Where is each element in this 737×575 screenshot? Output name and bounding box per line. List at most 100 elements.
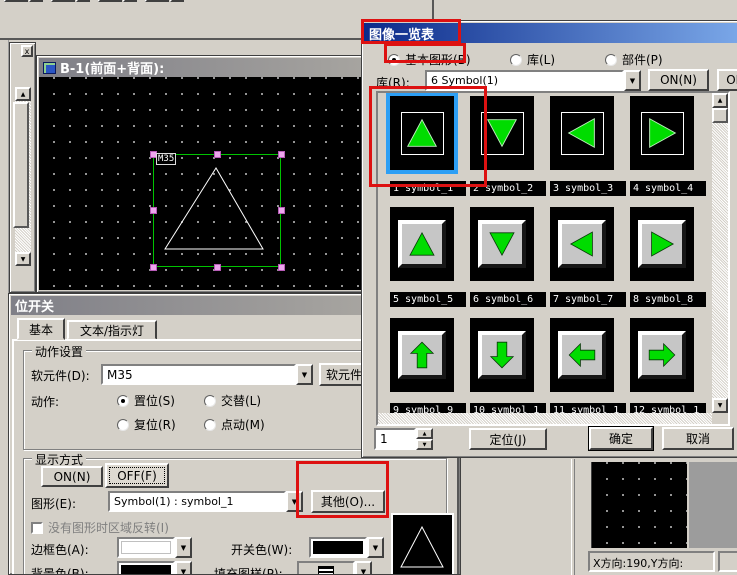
symbol-item-11[interactable]: 11 symbol_1 [550, 318, 630, 418]
on-button[interactable]: ON(N) [41, 466, 103, 487]
other-button[interactable]: 其他(O)... [311, 490, 385, 513]
symbol-thumbnail[interactable] [390, 207, 454, 281]
ok-button[interactable]: 确定 [589, 427, 653, 450]
off-button[interactable]: OFF(F) [105, 463, 169, 488]
toolbox-scroll-thumb[interactable] [13, 102, 29, 228]
radio-library-circle[interactable] [510, 54, 522, 66]
selection-handle[interactable] [278, 207, 285, 214]
radio-set-circle[interactable] [117, 395, 129, 407]
locate-button[interactable]: 定位(J) [469, 428, 547, 450]
radio-alternate[interactable]: 交替(L) [204, 392, 261, 409]
grid-scroll-thumb[interactable] [712, 108, 728, 123]
invert-checkbox[interactable] [31, 522, 43, 534]
symbol-item-6[interactable]: 6 symbol_6 [470, 207, 550, 307]
selection-handle[interactable] [214, 264, 221, 271]
library-dropdown-arrow[interactable]: ▼ [624, 70, 641, 91]
shape-combobox[interactable]: Symbol(1) : symbol_1 ▼ [108, 491, 303, 512]
text-color-tool-button[interactable]: A [51, 0, 75, 2]
grid-hscrollbar[interactable] [378, 413, 712, 424]
symbol-item-5[interactable]: 5 symbol_5 [390, 207, 470, 307]
line-color-tool-button[interactable] [145, 0, 169, 2]
selection-handle[interactable] [214, 151, 221, 158]
radio-library[interactable]: 库(L) [510, 51, 555, 68]
symbol-thumbnail[interactable] [390, 96, 454, 170]
radio-parts[interactable]: 部件(P) [605, 51, 663, 68]
symbol-thumbnail[interactable] [550, 96, 614, 170]
symbol-item-12[interactable]: 12 symbol_1 [630, 318, 710, 418]
grid-scroll-up-button[interactable]: ▲ [712, 93, 728, 108]
symbol-item-3[interactable]: 3 symbol_3 [550, 96, 630, 196]
frame-color-arrow[interactable]: ▼ [175, 537, 192, 558]
canvas-window-icon [43, 62, 56, 74]
symbol-item-8[interactable]: 8 symbol_8 [630, 207, 710, 307]
selection-handle[interactable] [278, 264, 285, 271]
tab-text-lamp-label: 文本/指示灯 [80, 322, 144, 339]
bg-color-arrow[interactable]: ▼ [175, 561, 192, 575]
selection-handle[interactable] [278, 151, 285, 158]
library-combobox[interactable]: 6 Symbol(1) ▼ [425, 70, 641, 91]
symbol-item-10[interactable]: 10 symbol_1 [470, 318, 550, 418]
canvas-fragment [591, 462, 687, 548]
radio-reset-circle[interactable] [117, 419, 129, 431]
image-list-titlebar[interactable]: 图像一览表 [364, 23, 737, 43]
symbol-thumbnail[interactable] [630, 318, 694, 392]
switch-color-arrow[interactable]: ▼ [367, 537, 384, 558]
toolbox-scroll-down-button[interactable]: ▼ [15, 252, 31, 266]
symbol-thumbnail[interactable] [390, 318, 454, 392]
tab-text-lamp[interactable]: 文本/指示灯 [67, 320, 157, 340]
radio-alternate-circle[interactable] [204, 395, 216, 407]
frame-color-combobox[interactable]: ▼ [117, 537, 192, 558]
index-spin-down[interactable]: ▼ [416, 439, 433, 450]
symbol-item-4[interactable]: 4 symbol_4 [630, 96, 710, 196]
zoom-color-tool-button[interactable]: 2 [4, 0, 28, 2]
shape-dropdown-arrow[interactable]: ▼ [286, 491, 303, 512]
index-spinner[interactable]: 1 ▲ ▼ [374, 428, 433, 450]
list-off-button[interactable]: OFF(F) [717, 69, 737, 91]
tab-basic[interactable]: 基本 [17, 318, 65, 340]
zoom-color-tool-dropdown-arrow[interactable]: ▼ [29, 0, 43, 2]
radio-momentary-circle[interactable] [204, 419, 216, 431]
selection-handle[interactable] [150, 264, 157, 271]
symbol-thumbnail[interactable] [550, 318, 614, 392]
fill-color-tool-button[interactable] [98, 0, 122, 2]
toolbox-scrollbar[interactable] [15, 101, 31, 252]
line-color-tool-dropdown-arrow[interactable]: ▼ [170, 0, 184, 2]
index-spin-up[interactable]: ▲ [416, 428, 433, 439]
toolbox-scroll-up-button[interactable]: ▲ [15, 87, 31, 101]
grid-scroll-down-button[interactable]: ▼ [712, 398, 728, 413]
radio-parts-circle[interactable] [605, 54, 617, 66]
symbol-thumbnail[interactable] [470, 318, 534, 392]
grid-scrollbar[interactable] [712, 108, 728, 398]
symbol-item-2[interactable]: 2 symbol_2 [470, 96, 550, 196]
radio-set[interactable]: 置位(S) [117, 392, 175, 409]
fill-color-tool-dropdown-arrow[interactable]: ▼ [123, 0, 137, 2]
symbol-item-label: 6 symbol_6 [470, 292, 546, 307]
symbol-thumbnail[interactable] [470, 207, 534, 281]
radio-reset-label: 复位(R) [134, 416, 176, 433]
radio-basic-figure[interactable]: 基本图形(B) [388, 51, 471, 68]
selection-rectangle[interactable] [153, 154, 281, 267]
radio-momentary[interactable]: 点动(M) [204, 416, 265, 433]
pattern-arrow[interactable]: ▼ [355, 561, 372, 575]
symbol-item-7[interactable]: 7 symbol_7 [550, 207, 630, 307]
cancel-button[interactable]: 取消 [662, 427, 734, 450]
symbol-thumbnail[interactable] [630, 96, 694, 170]
selection-handle[interactable] [150, 207, 157, 214]
device-combobox[interactable]: M35 ▼ [101, 364, 313, 385]
symbol-thumbnail[interactable] [470, 96, 534, 170]
invert-checkbox-row[interactable]: 没有图形时区域反转(I) [31, 519, 169, 536]
symbol-thumbnail[interactable] [630, 207, 694, 281]
symbol-thumbnail[interactable] [550, 207, 614, 281]
toolbox-close-button[interactable]: x [21, 45, 33, 57]
index-value: 1 [374, 428, 416, 450]
symbol-item-1[interactable]: 1 symbol_1 [390, 96, 470, 196]
radio-reset[interactable]: 复位(R) [117, 416, 176, 433]
bg-color-combobox[interactable]: ▼ [117, 561, 192, 575]
device-dropdown-arrow[interactable]: ▼ [296, 364, 313, 385]
switch-color-combobox[interactable]: ▼ [309, 537, 384, 558]
symbol-item-9[interactable]: 9 symbol_9 [390, 318, 470, 418]
text-color-tool-dropdown-arrow[interactable]: ▼ [76, 0, 90, 2]
pattern-combobox[interactable]: ▼ [297, 561, 372, 575]
radio-basic-figure-circle[interactable] [388, 54, 400, 66]
list-on-button[interactable]: ON(N) [648, 69, 709, 91]
